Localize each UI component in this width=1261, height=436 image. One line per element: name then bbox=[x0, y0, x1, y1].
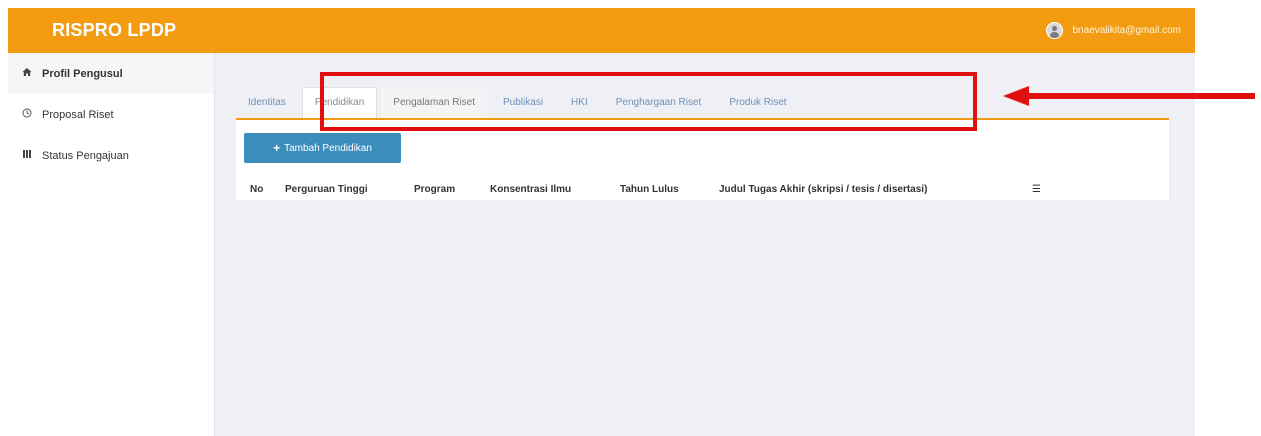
brand-logo[interactable]: RISPRO LPDP bbox=[52, 20, 176, 41]
home-icon bbox=[20, 67, 34, 80]
sidebar-item-label: Profil Pengusul bbox=[42, 67, 123, 80]
sidebar-item-profil-pengusul[interactable]: Profil Pengusul bbox=[8, 53, 214, 94]
column-header-tahun-lulus[interactable]: Tahun Lulus bbox=[620, 184, 679, 195]
column-header-program[interactable]: Program bbox=[414, 184, 455, 195]
sidebar-item-proposal-riset[interactable]: Proposal Riset bbox=[8, 94, 214, 135]
add-pendidikan-button[interactable]: + Tambah Pendidikan bbox=[244, 133, 401, 163]
add-button-label: Tambah Pendidikan bbox=[284, 142, 372, 154]
column-header-konsentrasi-ilmu[interactable]: Konsentrasi Ilmu bbox=[490, 184, 571, 195]
list-icon bbox=[20, 149, 34, 162]
column-menu-icon[interactable]: ☰ bbox=[1032, 184, 1041, 195]
top-navbar: RISPRO LPDP bnaevalikita@gmail.com bbox=[8, 8, 1195, 53]
column-header-judul-tugas-akhir[interactable]: Judul Tugas Akhir (skripsi / tesis / dis… bbox=[719, 184, 927, 195]
sidebar: Profil Pengusul Proposal Riset Status Pe… bbox=[8, 53, 215, 436]
sidebar-item-label: Status Pengajuan bbox=[42, 149, 129, 162]
user-menu[interactable]: bnaevalikita@gmail.com bbox=[1046, 22, 1181, 39]
pendidikan-panel: + Tambah Pendidikan No Perguruan Tinggi … bbox=[236, 120, 1169, 200]
annotation-arrow-icon bbox=[1003, 86, 1255, 106]
sidebar-item-label: Proposal Riset bbox=[42, 108, 114, 121]
annotation-highlight-box bbox=[320, 72, 977, 131]
clock-icon bbox=[20, 108, 34, 121]
tab-identitas[interactable]: Identitas bbox=[236, 88, 298, 118]
avatar bbox=[1046, 22, 1064, 39]
table-header: No Perguruan Tinggi Program Konsentrasi … bbox=[236, 180, 1169, 200]
sidebar-item-status-pengajuan[interactable]: Status Pengajuan bbox=[8, 135, 214, 176]
user-email: bnaevalikita@gmail.com bbox=[1072, 25, 1181, 36]
column-header-perguruan-tinggi[interactable]: Perguruan Tinggi bbox=[285, 184, 368, 195]
column-header-no[interactable]: No bbox=[250, 184, 263, 195]
plus-icon: + bbox=[273, 141, 281, 155]
